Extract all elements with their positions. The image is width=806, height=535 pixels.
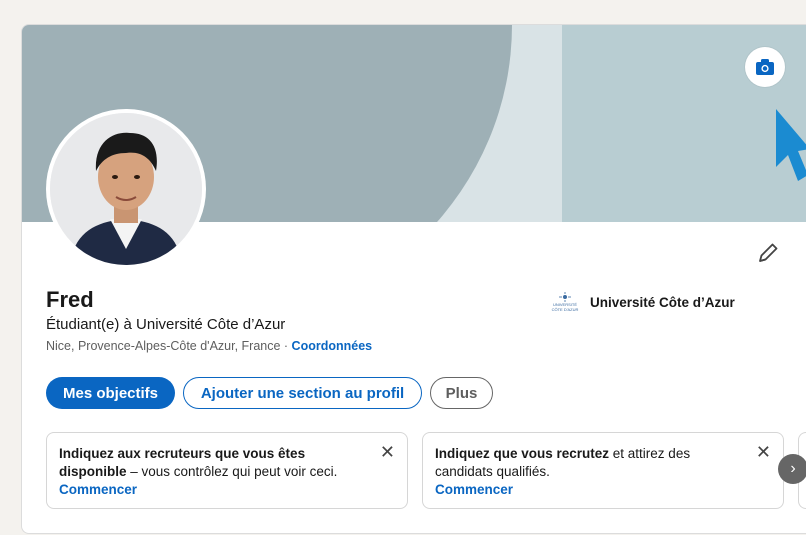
get-started-link[interactable]: Commencer [59, 481, 395, 499]
carousel-next-button[interactable]: › [778, 454, 806, 484]
close-icon[interactable]: ✕ [756, 443, 771, 461]
goals-button[interactable]: Mes objectifs [46, 377, 175, 409]
person-portrait-icon [50, 113, 202, 265]
get-started-link[interactable]: Commencer [435, 481, 771, 499]
education-link[interactable]: UNIVERSITÉ CÔTE D'AZUR Université Côte d… [550, 289, 735, 315]
edit-intro-button[interactable] [757, 242, 779, 269]
profile-photo[interactable] [46, 109, 206, 269]
add-profile-section-button[interactable]: Ajouter une section au profil [183, 377, 422, 409]
profile-name: Fred [46, 287, 94, 312]
open-to-work-card: ✕ Indiquez aux recruteurs que vous êtes … [46, 432, 408, 509]
card-text: Indiquez que vous recrutez et attirez de… [435, 445, 771, 481]
profile-headline: Étudiant(e) à Université Côte d’Azur [46, 316, 286, 333]
card-bold-text: Indiquez que vous recrutez [435, 446, 610, 461]
contact-info-link[interactable]: Coordonnées [292, 339, 373, 353]
hiring-card: ✕ Indiquez que vous recrutez et attirez … [422, 432, 784, 509]
sun-icon [559, 292, 571, 302]
close-icon[interactable]: ✕ [380, 443, 395, 461]
avatar [50, 113, 202, 265]
camera-icon [756, 59, 774, 75]
profile-card: Fred Étudiant(e) à Université Côte d’Azu… [21, 24, 806, 534]
cursor-arrow-icon [776, 109, 806, 181]
location-text: Nice, Provence-Alpes-Côte d'Azur, France… [46, 339, 292, 353]
more-button[interactable]: Plus [430, 377, 493, 409]
school-name: Université Côte d’Azur [590, 294, 735, 310]
university-logo-text-2: CÔTE D'AZUR [551, 307, 579, 312]
edit-cover-photo-button[interactable] [745, 47, 785, 87]
pencil-icon [759, 243, 778, 262]
card-text: Indiquez aux recruteurs que vous êtes di… [59, 445, 395, 481]
card-rest-text: – vous contrôlez qui peut voir ceci. [126, 464, 338, 479]
profile-location: Nice, Provence-Alpes-Côte d'Azur, France… [46, 339, 372, 353]
university-logo: UNIVERSITÉ CÔTE D'AZUR [550, 289, 580, 315]
